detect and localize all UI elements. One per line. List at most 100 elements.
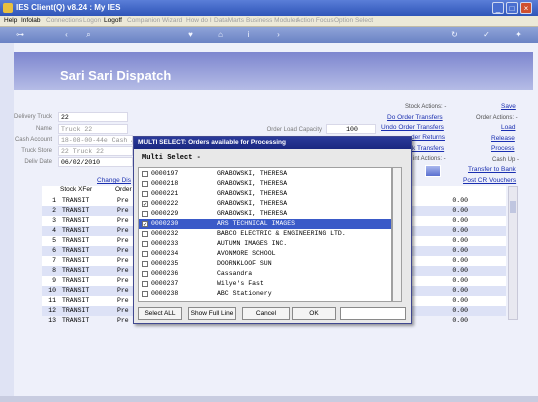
close-button[interactable]: ×	[520, 2, 532, 14]
save-link[interactable]: Save	[501, 103, 516, 110]
menu-datamarts[interactable]: DataMarts	[214, 17, 244, 24]
order-code: 0000233	[151, 240, 179, 247]
list-item[interactable]: 0000236 Cassandra	[139, 269, 391, 279]
amount-cell: 0.00	[452, 257, 468, 264]
minimize-button[interactable]: _	[492, 2, 504, 14]
item-checkbox[interactable]	[142, 191, 148, 197]
item-checkbox[interactable]: ✓	[142, 221, 148, 228]
list-item[interactable]: ✓ 0000230 ARS TECHNICAL IMAGES	[139, 219, 391, 229]
do-order-transfers-link[interactable]: Do Order Transfers	[387, 114, 443, 121]
order-code: 0000229	[151, 210, 179, 217]
list-item[interactable]: ✓ 0000222 GRABOWSKI, THERESA	[139, 199, 391, 209]
info-icon[interactable]: i	[244, 30, 253, 39]
transfer-to-bank-link[interactable]: Transfer to Bank	[468, 166, 516, 173]
order-returns-link[interactable]: der Returns	[411, 134, 445, 141]
item-checkbox[interactable]	[142, 281, 148, 287]
stock-xfer-cell: TRANSIT	[62, 237, 90, 244]
settings-icon[interactable]: ✦	[514, 30, 523, 39]
home-icon[interactable]: ⌂	[216, 30, 225, 39]
stock-xfer-cell: TRANSIT	[62, 247, 90, 254]
row-number: 4	[52, 227, 56, 234]
key-icon[interactable]: ⊶	[12, 30, 28, 39]
amount-cell: 0.00	[452, 247, 468, 254]
order-load-capacity-field[interactable]: 100	[326, 124, 376, 134]
list-item[interactable]: 0000237 Wilye's Fast	[139, 279, 391, 289]
show-full-line-button[interactable]: Show Full Line	[188, 307, 236, 320]
customer-name: GRABOWSKI, THERESA	[217, 180, 288, 187]
stock-xfer-cell: TRANSIT	[62, 267, 90, 274]
amount-cell: 0.00	[452, 197, 468, 204]
item-checkbox[interactable]: ✓	[142, 201, 148, 208]
post-cr-vouchers-link[interactable]: Post CR Vouchers	[463, 177, 516, 184]
menu-action-focus[interactable]: Action Focus	[296, 17, 334, 24]
menu-wizard[interactable]: Wizard	[162, 17, 182, 24]
menu-logoff[interactable]: Logoff	[104, 17, 122, 24]
cancel-button[interactable]: Cancel	[242, 307, 290, 320]
list-item[interactable]: 0000229 GRABOWSKI, THERESA	[139, 209, 391, 219]
item-checkbox[interactable]	[142, 181, 148, 187]
list-item[interactable]: 0000197 GRABOWSKI, THERESA	[139, 169, 391, 179]
dialog-subtitle: Multi Select -	[142, 154, 201, 162]
order-code: 0000235	[151, 260, 179, 267]
heart-icon[interactable]: ♥	[186, 30, 195, 39]
item-checkbox[interactable]	[142, 251, 148, 257]
change-dispatch-link[interactable]: Change Dis	[97, 177, 131, 184]
name-field[interactable]: Truck 22	[58, 124, 128, 134]
maximize-button[interactable]: □	[506, 2, 518, 14]
menu-help[interactable]: Help	[4, 17, 17, 24]
select-all-button[interactable]: Select ALL	[138, 307, 182, 320]
truck-store-field[interactable]: 22 Truck 22	[58, 146, 133, 156]
item-checkbox[interactable]	[142, 211, 148, 217]
item-checkbox[interactable]	[142, 261, 148, 267]
print-actions-label: int Actions: -	[413, 156, 446, 162]
filter-input[interactable]	[340, 307, 406, 320]
amount-cell: 0.00	[452, 287, 468, 294]
forward-icon[interactable]: ›	[274, 30, 283, 39]
undo-order-transfers-link[interactable]: Undo Order Transfers	[381, 124, 444, 131]
ok-button[interactable]: OK	[292, 307, 336, 320]
print-icon[interactable]	[425, 165, 441, 177]
menu-business-modules[interactable]: Business Modules	[246, 17, 299, 24]
item-checkbox[interactable]	[142, 231, 148, 237]
order-cell: Pre	[117, 227, 129, 234]
list-item[interactable]: 0000233 AUTUMN IMAGES INC.	[139, 239, 391, 249]
order-code: 0000222	[151, 200, 179, 207]
grid-scrollbar[interactable]	[508, 186, 518, 320]
menu-how-do-i[interactable]: How do I	[186, 17, 212, 24]
check-icon[interactable]: ✓	[482, 30, 491, 39]
order-code: 0000230	[151, 220, 179, 227]
delivery-date-field[interactable]: 06/02/2010	[58, 157, 133, 167]
customer-name: ARS TECHNICAL IMAGES	[217, 220, 296, 227]
process-link[interactable]: Process	[491, 145, 514, 152]
list-item[interactable]: 0000238 ABC Stationery	[139, 289, 391, 299]
list-scrollbar[interactable]	[392, 167, 402, 302]
load-link[interactable]: Load	[501, 124, 515, 131]
menu-option-select[interactable]: Option Select	[334, 17, 373, 24]
order-cell: Pre	[117, 277, 129, 284]
list-item[interactable]: 0000218 GRABOWSKI, THERESA	[139, 179, 391, 189]
refresh-icon[interactable]: ↻	[450, 30, 459, 39]
list-item[interactable]: 0000221 GRABOWSKI, THERESA	[139, 189, 391, 199]
stock-transfers-link[interactable]: k Transfers	[412, 145, 444, 152]
item-checkbox[interactable]	[142, 171, 148, 177]
item-checkbox[interactable]	[142, 271, 148, 277]
release-link[interactable]: Release	[491, 135, 515, 142]
row-number: 9	[52, 277, 56, 284]
menu-logon[interactable]: Logon	[83, 17, 101, 24]
grid-scroll-thumb[interactable]	[510, 201, 516, 213]
back-icon[interactable]: ‹	[62, 30, 71, 39]
cash-account-field[interactable]: 18-08-00-44e Cash A	[58, 135, 133, 145]
list-item[interactable]: 0000232 BABCO ELECTRIC & ENGINEERING LTD.	[139, 229, 391, 239]
search-icon[interactable]: ⌕	[84, 30, 93, 39]
stock-xfer-cell: TRANSIT	[62, 227, 90, 234]
menu-infolab[interactable]: Infolab	[21, 17, 41, 24]
menu-connections[interactable]: Connections	[46, 17, 82, 24]
item-checkbox[interactable]	[142, 291, 148, 297]
menu-companion[interactable]: Companion	[127, 17, 160, 24]
list-item[interactable]: 0000235 DOORNKLOOF SUN	[139, 259, 391, 269]
customer-name: GRABOWSKI, THERESA	[217, 190, 288, 197]
item-checkbox[interactable]	[142, 241, 148, 247]
delivery-truck-field[interactable]: 22	[58, 112, 128, 122]
row-number: 2	[52, 207, 56, 214]
list-item[interactable]: 0000234 AVONMORE SCHOOL	[139, 249, 391, 259]
